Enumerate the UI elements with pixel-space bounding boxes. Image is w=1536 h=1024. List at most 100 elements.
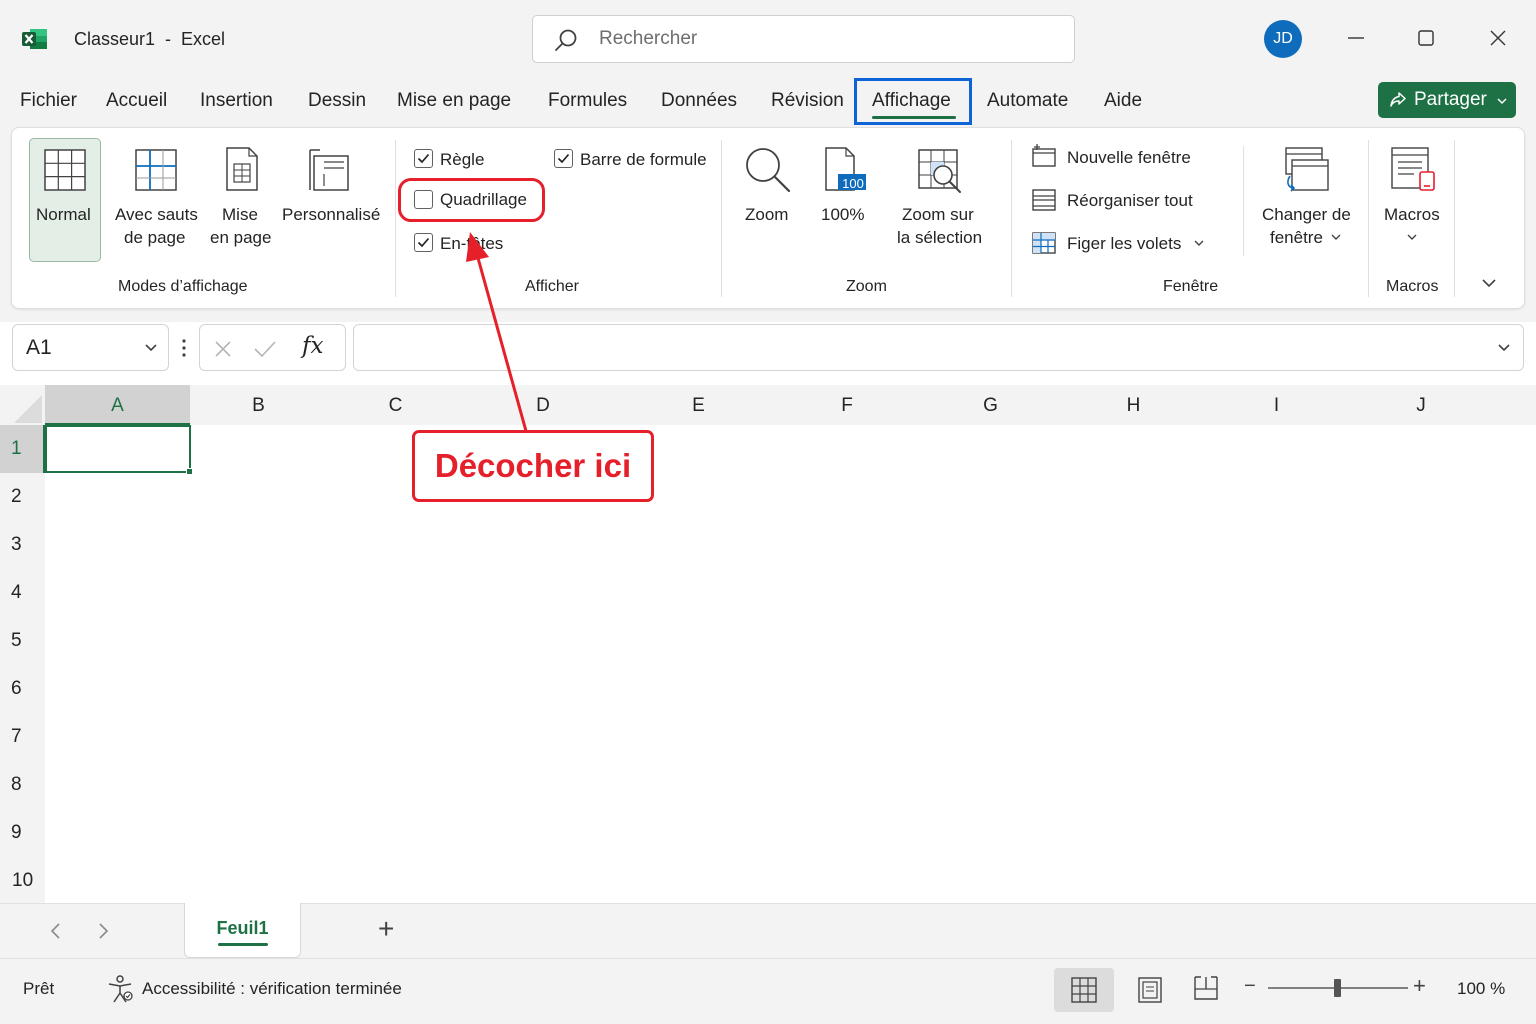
row-header-8[interactable]: 8 — [0, 761, 45, 809]
tab-accueil[interactable]: Accueil — [106, 90, 167, 112]
maximize-icon[interactable] — [1410, 22, 1442, 54]
column-header-c[interactable]: C — [327, 385, 464, 425]
page-break-preview-icon[interactable] — [134, 148, 178, 192]
add-sheet-button[interactable]: + — [378, 913, 394, 945]
insert-function-button[interactable]: fx — [302, 333, 323, 359]
new-window-label[interactable]: Nouvelle fenêtre — [1067, 148, 1191, 168]
zoom-icon[interactable] — [743, 145, 793, 195]
column-header-e[interactable]: E — [622, 385, 775, 425]
row-header-2[interactable]: 2 — [0, 473, 45, 521]
row-header-7[interactable]: 7 — [0, 713, 45, 761]
column-header-g[interactable]: G — [919, 385, 1062, 425]
switch-windows-label-2: fenêtre — [1270, 228, 1323, 247]
row-header-4[interactable]: 4 — [0, 569, 45, 617]
new-window-icon[interactable] — [1031, 144, 1057, 168]
headings-label: En-têtes — [440, 234, 504, 253]
zoom-out-button[interactable]: − — [1244, 975, 1256, 998]
headings-checkbox[interactable] — [414, 233, 433, 252]
active-cell-a1[interactable] — [45, 425, 191, 473]
column-header-h[interactable]: H — [1062, 385, 1205, 425]
worksheet-cells[interactable] — [45, 425, 1536, 903]
chevron-down-icon[interactable] — [1193, 238, 1205, 248]
macros-icon[interactable] — [1390, 146, 1438, 194]
page-layout-label-1: Mise — [222, 205, 258, 224]
checkmark-icon — [417, 237, 430, 248]
tab-automate[interactable]: Automate — [987, 90, 1068, 112]
chevron-down-icon[interactable] — [1330, 232, 1342, 242]
arrange-all-label[interactable]: Réorganiser tout — [1067, 191, 1193, 211]
column-header-a[interactable]: A — [45, 385, 190, 425]
ribbon-collapse-chevron-icon[interactable] — [1480, 276, 1498, 290]
tab-fichier[interactable]: Fichier — [20, 90, 77, 112]
page-layout-icon[interactable] — [225, 146, 259, 192]
page-break-view-icon[interactable] — [1193, 975, 1219, 1001]
row-headers: 1 2 3 4 5 6 7 8 9 10 — [0, 425, 45, 903]
column-header-i[interactable]: I — [1205, 385, 1348, 425]
chevron-down-icon[interactable] — [1406, 232, 1418, 242]
group-label-show: Afficher — [525, 278, 579, 295]
sheet-tab-feuil1[interactable]: Feuil1 — [184, 903, 301, 958]
tab-revision[interactable]: Révision — [771, 90, 844, 112]
ruler-checkbox[interactable] — [414, 149, 433, 168]
row-header-9[interactable]: 9 — [0, 809, 45, 857]
name-box[interactable]: A1 — [12, 324, 169, 371]
row-header-3[interactable]: 3 — [0, 521, 45, 569]
zoom-100-label: 100% — [821, 205, 865, 224]
accessibility-status[interactable]: Accessibilité : vérification terminée — [142, 979, 402, 999]
tab-mise-en-page[interactable]: Mise en page — [397, 90, 511, 112]
tab-donnees[interactable]: Données — [661, 90, 737, 112]
tab-insertion[interactable]: Insertion — [200, 90, 273, 112]
arrange-all-icon[interactable] — [1031, 188, 1057, 212]
group-separator — [1243, 146, 1244, 256]
enter-check-icon[interactable] — [252, 338, 278, 360]
column-header-j[interactable]: J — [1348, 385, 1494, 425]
share-button[interactable]: Partager — [1378, 82, 1516, 118]
column-header-b[interactable]: B — [190, 385, 327, 425]
group-label-macros: Macros — [1386, 278, 1439, 295]
freeze-panes-label[interactable]: Figer les volets — [1067, 234, 1181, 254]
share-label: Partager — [1414, 89, 1487, 110]
ruler-label: Règle — [440, 150, 485, 169]
accessibility-icon[interactable] — [106, 974, 134, 1004]
formula-bar-checkbox[interactable] — [554, 149, 573, 168]
zoom-to-selection-icon[interactable] — [917, 148, 963, 194]
group-label-modes: Modes d’affichage — [118, 278, 248, 295]
sheet-tab-underline — [218, 943, 268, 946]
freeze-panes-icon[interactable] — [1031, 231, 1057, 255]
row-header-6[interactable]: 6 — [0, 665, 45, 713]
tab-affichage[interactable]: Affichage — [872, 90, 951, 112]
group-separator — [721, 140, 722, 297]
minimize-icon[interactable] — [1340, 22, 1372, 54]
zoom-slider-thumb[interactable] — [1334, 979, 1341, 997]
search-box[interactable]: Rechercher — [532, 15, 1075, 63]
chevron-down-icon[interactable] — [143, 342, 159, 354]
chevron-down-icon[interactable] — [1496, 96, 1508, 106]
tab-formules[interactable]: Formules — [548, 90, 627, 112]
switch-windows-icon[interactable] — [1282, 146, 1330, 194]
user-avatar[interactable]: JD — [1264, 20, 1302, 58]
formula-input[interactable] — [353, 324, 1524, 371]
tab-aide[interactable]: Aide — [1104, 90, 1142, 112]
normal-label: Normal — [36, 205, 91, 224]
page-layout-view-icon[interactable] — [1137, 977, 1163, 1003]
column-header-f[interactable]: F — [775, 385, 919, 425]
cancel-x-icon[interactable] — [212, 338, 234, 360]
custom-views-icon[interactable] — [308, 146, 352, 192]
select-all-corner-icon[interactable] — [14, 395, 42, 423]
more-options-icon[interactable] — [178, 337, 190, 359]
tab-dessin[interactable]: Dessin — [308, 90, 366, 112]
page-layout-label-2: en page — [210, 228, 272, 247]
zoom-level[interactable]: 100 % — [1457, 979, 1505, 999]
row-header-10[interactable]: 10 — [0, 857, 45, 905]
row-header-1[interactable]: 1 — [0, 425, 45, 473]
expand-formula-chevron-icon[interactable] — [1496, 342, 1512, 354]
sheet-tab-label: Feuil1 — [216, 918, 269, 938]
chevron-left-icon[interactable] — [46, 920, 66, 942]
column-header-d[interactable]: D — [464, 385, 622, 425]
row-header-5[interactable]: 5 — [0, 617, 45, 665]
zoom-in-button[interactable]: + — [1413, 973, 1426, 999]
fill-handle[interactable] — [186, 468, 193, 475]
group-separator — [395, 140, 396, 297]
chevron-right-icon[interactable] — [93, 920, 113, 942]
close-icon[interactable] — [1482, 22, 1514, 54]
